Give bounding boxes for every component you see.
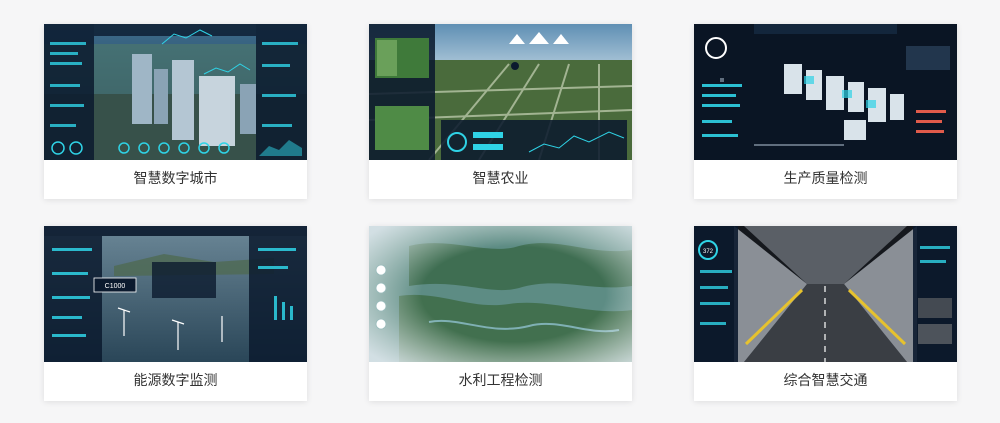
smart-city-thumbnail	[44, 24, 307, 160]
smart-agriculture-screenshot	[369, 24, 632, 160]
card-title: 生产质量检测	[783, 171, 868, 187]
card-smart-transport[interactable]: 372 综合智慧交通	[694, 226, 957, 401]
card-title: 能源数字监测	[133, 373, 218, 389]
production-quality-screenshot	[694, 24, 957, 160]
card-title: 智慧数字城市	[133, 171, 218, 187]
card-energy-monitoring[interactable]: C1000 能源数字监测	[44, 226, 307, 401]
card-water-conservancy[interactable]: 水利工程检测	[369, 226, 632, 401]
card-title: 智慧农业	[472, 171, 529, 187]
card-production-quality[interactable]: 生产质量检测	[694, 24, 957, 199]
card-smart-agriculture[interactable]: 智慧农业	[369, 24, 632, 199]
smart-transport-screenshot: 372	[694, 226, 957, 362]
energy-value-label: C1000	[105, 283, 126, 290]
water-conservancy-thumbnail	[369, 226, 632, 362]
card-title: 综合智慧交通	[783, 373, 868, 389]
card-smart-city[interactable]: 智慧数字城市	[44, 24, 307, 199]
traffic-value-label: 372	[703, 249, 714, 255]
smart-transport-thumbnail: 372	[694, 226, 957, 362]
energy-monitoring-thumbnail: C1000	[44, 226, 307, 362]
energy-monitoring-screenshot: C1000	[44, 226, 307, 362]
card-title: 水利工程检测	[458, 373, 543, 389]
water-conservancy-screenshot	[369, 226, 632, 362]
smart-agriculture-thumbnail	[369, 24, 632, 160]
smart-city-screenshot	[44, 24, 307, 160]
production-quality-thumbnail	[694, 24, 957, 160]
